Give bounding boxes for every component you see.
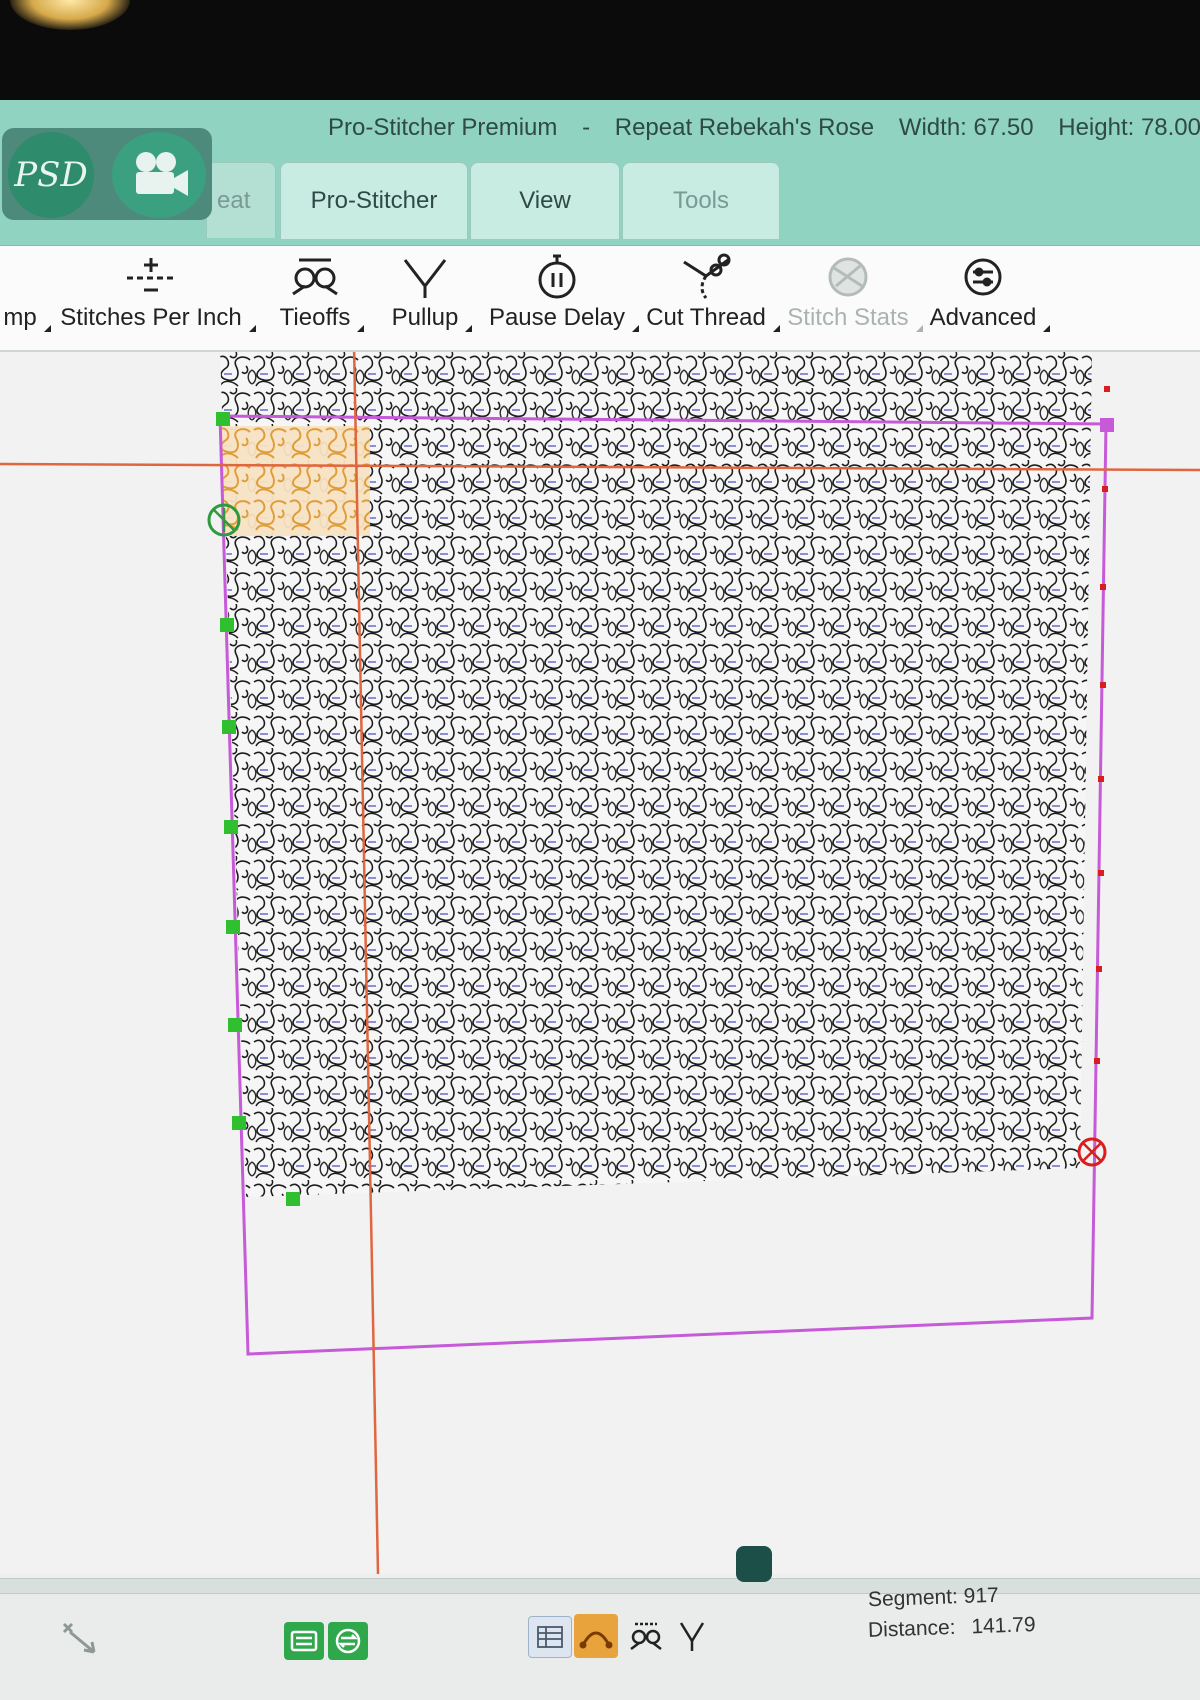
progress-slider-thumb[interactable] — [736, 1546, 772, 1582]
pullup-button[interactable]: Pullup — [380, 250, 473, 346]
ribbon-label: Pullup — [391, 304, 473, 332]
stitches-per-inch-icon — [121, 250, 181, 304]
design-canvas[interactable] — [0, 345, 1200, 1575]
tab-label: View — [519, 187, 571, 214]
tab-label: eat — [217, 186, 251, 214]
tieoffs-status-icon[interactable] — [624, 1614, 668, 1658]
status-bar: Segment: 917 Distance: 141.79 — [0, 1584, 1200, 1700]
ribbon-button-partial[interactable]: mp — [0, 250, 52, 346]
list-tool-icon[interactable] — [284, 1622, 324, 1660]
app-name: Pro-Stitcher Premium — [328, 114, 558, 141]
stitches-per-inch-button[interactable]: Stitches Per Inch — [54, 250, 257, 346]
distance-label: Distance: — [867, 1615, 956, 1642]
design-name: Repeat Rebekah's Rose — [614, 114, 875, 141]
app-window: Pro-Stitcher Premium - Repeat Rebekah's … — [0, 100, 1200, 1700]
tab-tools[interactable]: Tools — [622, 162, 780, 239]
ribbon-label: Cut Thread — [646, 304, 780, 332]
tab-pro-stitcher[interactable]: Pro-Stitcher — [280, 162, 468, 239]
cut-thread-icon — [676, 250, 736, 304]
end-point-icon[interactable] — [1077, 1137, 1107, 1167]
tab-label: Pro-Stitcher — [310, 187, 438, 214]
title-bar: Pro-Stitcher Premium - Repeat Rebekah's … — [0, 100, 1200, 246]
pause-delay-button[interactable]: Pause Delay — [486, 250, 640, 346]
logo-text: PSD — [14, 155, 88, 195]
segment-value: 917 — [963, 1583, 1000, 1608]
cut-thread-button[interactable]: Cut Thread — [644, 250, 780, 346]
ribbon-toolbar: mp Stitches Per Inch Tieoffs Pullup Paus… — [0, 246, 1200, 352]
light-glare — [10, 0, 130, 30]
advanced-icon — [953, 250, 1013, 304]
ribbon-label: Tieoffs — [279, 304, 364, 332]
advanced-button[interactable]: Advanced — [926, 250, 1051, 346]
pullup-icon — [395, 250, 455, 304]
ribbon-label: Advanced — [929, 304, 1051, 332]
segment-readout: Segment: 917 — [868, 1584, 1000, 1613]
title-separator: - — [582, 114, 591, 141]
stitch-stats-button[interactable]: Stitch Stats — [786, 250, 924, 346]
boundary-corner-handle[interactable] — [1100, 418, 1114, 432]
highlighted-segment — [222, 426, 370, 536]
video-camera-icon[interactable] — [112, 132, 206, 218]
logo-panel: PSD — [2, 128, 212, 220]
tab-label: Tools — [672, 187, 730, 214]
move-arrow-icon[interactable] — [54, 1616, 104, 1660]
tab-view[interactable]: View — [470, 162, 620, 239]
pullup-status-icon[interactable] — [670, 1614, 714, 1658]
ribbon-label: Stitches Per Inch — [60, 304, 257, 332]
stitch-stats-icon — [818, 250, 878, 304]
ribbon-label: mp — [3, 304, 52, 332]
progress-slider-track[interactable] — [0, 1578, 1200, 1594]
grid-view-icon[interactable] — [528, 1616, 572, 1658]
pause-delay-icon — [527, 250, 587, 304]
window-title: Pro-Stitcher Premium - Repeat Rebekah's … — [328, 114, 1200, 142]
segment-label: Segment: — [867, 1585, 959, 1612]
tieoffs-button[interactable]: Tieoffs — [270, 250, 364, 346]
ribbon-label: Pause Delay — [488, 304, 640, 332]
design-width: Width: 67.50 — [898, 114, 1034, 141]
distance-readout: Distance: 141.79 — [868, 1613, 1036, 1643]
design-height: Height: 78.00 — [1058, 114, 1200, 141]
tab-repeat[interactable]: eat — [206, 162, 276, 238]
distance-value: 141.79 — [970, 1613, 1036, 1639]
curve-tool-icon[interactable] — [574, 1614, 618, 1658]
swap-tool-icon[interactable] — [328, 1622, 368, 1660]
ribbon-label: Stitch Stats — [787, 304, 924, 332]
psd-logo[interactable]: PSD — [8, 132, 94, 218]
tieoffs-icon — [285, 250, 345, 304]
